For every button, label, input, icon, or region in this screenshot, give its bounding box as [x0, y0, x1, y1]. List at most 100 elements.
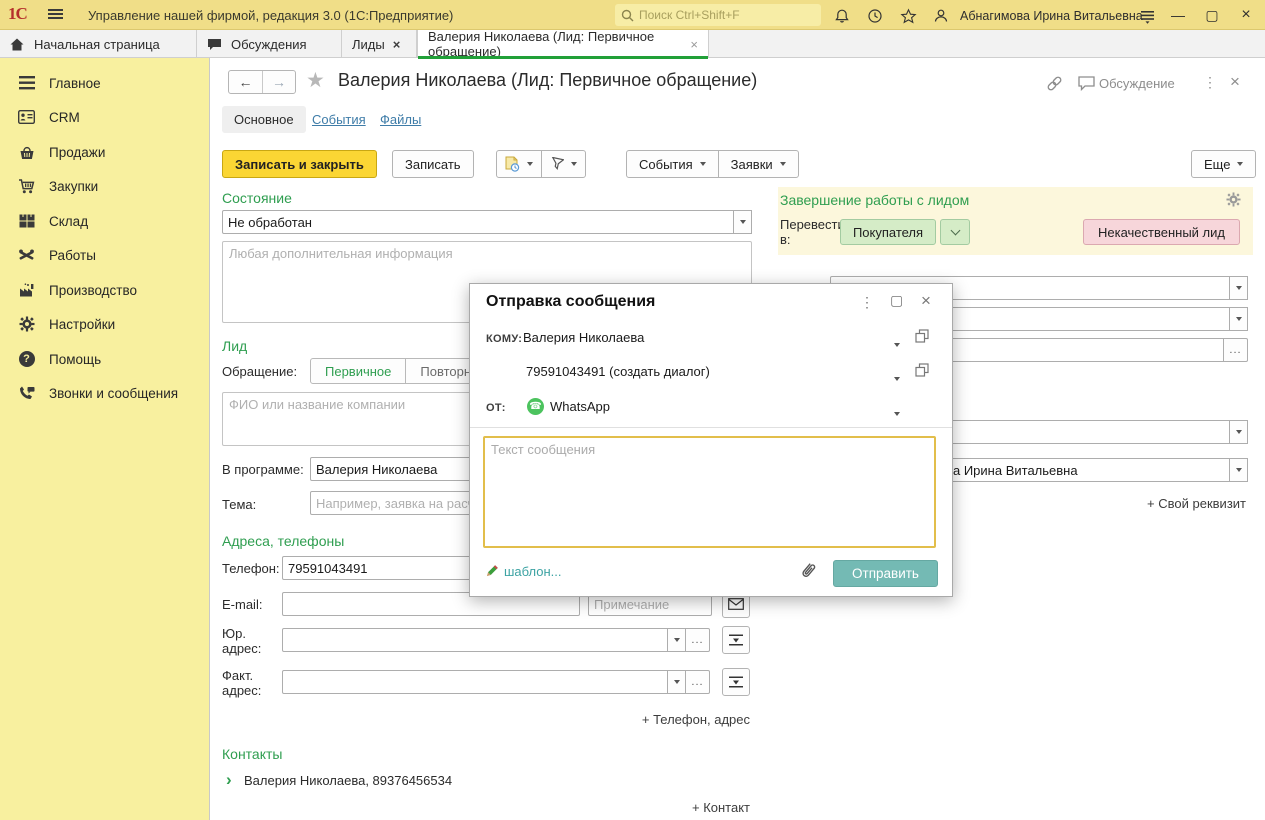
dropdown-button[interactable] [1230, 458, 1248, 482]
tab-home[interactable]: Начальная страница [0, 30, 197, 58]
sidebar-item-calls-messages[interactable]: Звонки и сообщения [0, 379, 210, 407]
template-link[interactable]: шаблон... [504, 564, 562, 579]
sidebar-item-main[interactable]: Главное [0, 69, 210, 97]
add-phone-address-link[interactable]: + Телефон, адрес [560, 712, 750, 727]
create-based-on-button[interactable] [496, 150, 542, 178]
company-name-placeholder: ФИО или название компании [229, 397, 405, 412]
maximize-button[interactable]: ▢ [1202, 5, 1222, 25]
state-value: Не обработан [228, 215, 312, 230]
dropdown-button[interactable] [1230, 276, 1248, 300]
sidebar-item-production[interactable]: Производство [0, 276, 210, 304]
tab-lead-card[interactable]: Валерия Николаева (Лид: Первичное обраще… [417, 30, 709, 58]
contact-item[interactable]: Валерия Николаева, 89376456534 [244, 773, 452, 788]
state-dropdown-button[interactable] [734, 210, 752, 234]
minimize-button[interactable]: — [1168, 5, 1188, 25]
actual-address-combobox[interactable]: ... [282, 670, 710, 694]
save-close-button[interactable]: Записать и закрыть [222, 150, 377, 178]
tab-leads[interactable]: Лиды × [342, 30, 417, 58]
appeal-primary-toggle[interactable]: Первичное [310, 358, 406, 384]
transfer-dropdown-button[interactable] [940, 219, 970, 245]
more-button[interactable]: Еще [1191, 150, 1256, 178]
actual-address-ellipsis-button[interactable]: ... [686, 670, 710, 694]
add-contact-link[interactable]: + Контакт [600, 800, 750, 815]
sidebar-item-help[interactable]: ? Помощь [0, 345, 210, 373]
legal-address-combobox[interactable]: ... [282, 628, 710, 652]
history-icon[interactable] [866, 7, 884, 25]
dialog-close-icon[interactable]: × [921, 291, 931, 311]
legal-address-ellipsis-button[interactable]: ... [686, 628, 710, 652]
appeal-label: Обращение: [222, 364, 297, 379]
main-menu-icon[interactable] [48, 7, 63, 21]
events-menu-button[interactable]: События [626, 150, 719, 178]
tab-leads-close-icon[interactable]: × [393, 37, 401, 52]
sidebar-item-purchases[interactable]: Закупки [0, 172, 210, 200]
actual-address-dropdown-button[interactable] [668, 670, 686, 694]
transfer-to-buyer-button[interactable]: Покупателя [840, 219, 936, 245]
tab-main[interactable]: Основное [222, 106, 306, 133]
copy-link-icon[interactable] [1044, 74, 1064, 92]
back-button[interactable]: ← [229, 71, 262, 93]
phone-dropdown-button[interactable] [894, 369, 900, 384]
favorites-star-icon[interactable] [899, 7, 917, 25]
state-combobox[interactable]: Не обработан [222, 210, 752, 234]
open-card-icon[interactable] [915, 329, 929, 343]
1c-logo: 1С [8, 4, 27, 24]
from-value[interactable]: WhatsApp [550, 399, 610, 414]
bad-lead-button[interactable]: Некачественный лид [1083, 219, 1240, 245]
from-dropdown-button[interactable] [894, 404, 900, 419]
requests-menu-button[interactable]: Заявки [718, 150, 799, 178]
more-menu-icon[interactable]: ⋮ [1203, 74, 1217, 91]
current-user-name[interactable]: Абнагимова Ирина Витальевна [960, 9, 1143, 23]
sidebar-item-works[interactable]: Работы [0, 241, 210, 269]
tab-lead-card-close-icon[interactable]: × [690, 37, 698, 52]
sidebar-item-warehouse[interactable]: Склад [0, 207, 210, 235]
close-window-button[interactable]: × [1236, 5, 1256, 25]
dialog-more-icon[interactable]: ⋮ [860, 294, 874, 311]
open-card-icon[interactable] [915, 363, 929, 377]
contact-expand-chevron-icon[interactable]: › [226, 770, 232, 790]
tab-files[interactable]: Файлы [380, 112, 421, 127]
close-form-icon[interactable]: × [1230, 72, 1240, 92]
responsible-value: а Ирина Витальевна [953, 463, 1078, 478]
actual-address-menu-button[interactable] [722, 668, 750, 696]
notifications-bell-icon[interactable] [833, 7, 851, 25]
discussion-label[interactable]: Обсуждение [1099, 76, 1175, 91]
send-button[interactable]: Отправить [833, 560, 938, 587]
filter-button[interactable] [541, 150, 586, 178]
email-note-placeholder: Примечание [594, 597, 669, 612]
sidebar: Главное CRM Продажи Закупки Склад Работы… [0, 58, 210, 820]
lead-section-header: Лид [222, 338, 247, 354]
tab-discussions-label: Обсуждения [231, 37, 307, 52]
tab-events[interactable]: События [312, 112, 366, 127]
dropdown-button[interactable] [1230, 420, 1248, 444]
global-search-input[interactable]: Поиск Ctrl+Shift+F [615, 4, 821, 26]
save-button[interactable]: Записать [392, 150, 474, 178]
favorite-star-icon[interactable]: ★ [306, 68, 325, 93]
forward-button[interactable]: → [262, 71, 295, 93]
tab-discussions[interactable]: Обсуждения [197, 30, 342, 58]
to-label: КОМУ: [486, 333, 522, 345]
to-dropdown-button[interactable] [894, 335, 900, 350]
topbar: 1С Управление нашей фирмой, редакция 3.0… [0, 0, 1265, 30]
search-icon [621, 9, 634, 22]
user-icon[interactable] [932, 7, 950, 25]
sidebar-item-label: Закупки [49, 179, 98, 194]
legal-address-dropdown-button[interactable] [668, 628, 686, 652]
ellipsis-button[interactable]: ... [1224, 338, 1248, 362]
sidebar-item-settings[interactable]: Настройки [0, 310, 210, 338]
sidebar-item-crm[interactable]: CRM [0, 103, 210, 131]
phone-dialog-value[interactable]: 79591043491 (создать диалог) [526, 364, 710, 379]
service-menu-icon[interactable] [1138, 8, 1156, 26]
to-value[interactable]: Валерия Николаева [523, 330, 644, 345]
attachment-paperclip-icon[interactable] [798, 560, 818, 582]
panel-gear-icon[interactable] [1226, 192, 1241, 207]
sidebar-item-sales[interactable]: Продажи [0, 138, 210, 166]
requests-menu-label: Заявки [731, 157, 773, 172]
legal-address-menu-button[interactable] [722, 626, 750, 654]
dialog-maximize-icon[interactable]: ▢ [890, 292, 903, 309]
dropdown-button[interactable] [1230, 307, 1248, 331]
discussion-chat-icon[interactable] [1076, 74, 1096, 92]
message-text-input[interactable] [483, 436, 936, 548]
contact-card-icon [18, 109, 35, 126]
add-own-attribute-link[interactable]: + Свой реквизит [1098, 496, 1246, 511]
